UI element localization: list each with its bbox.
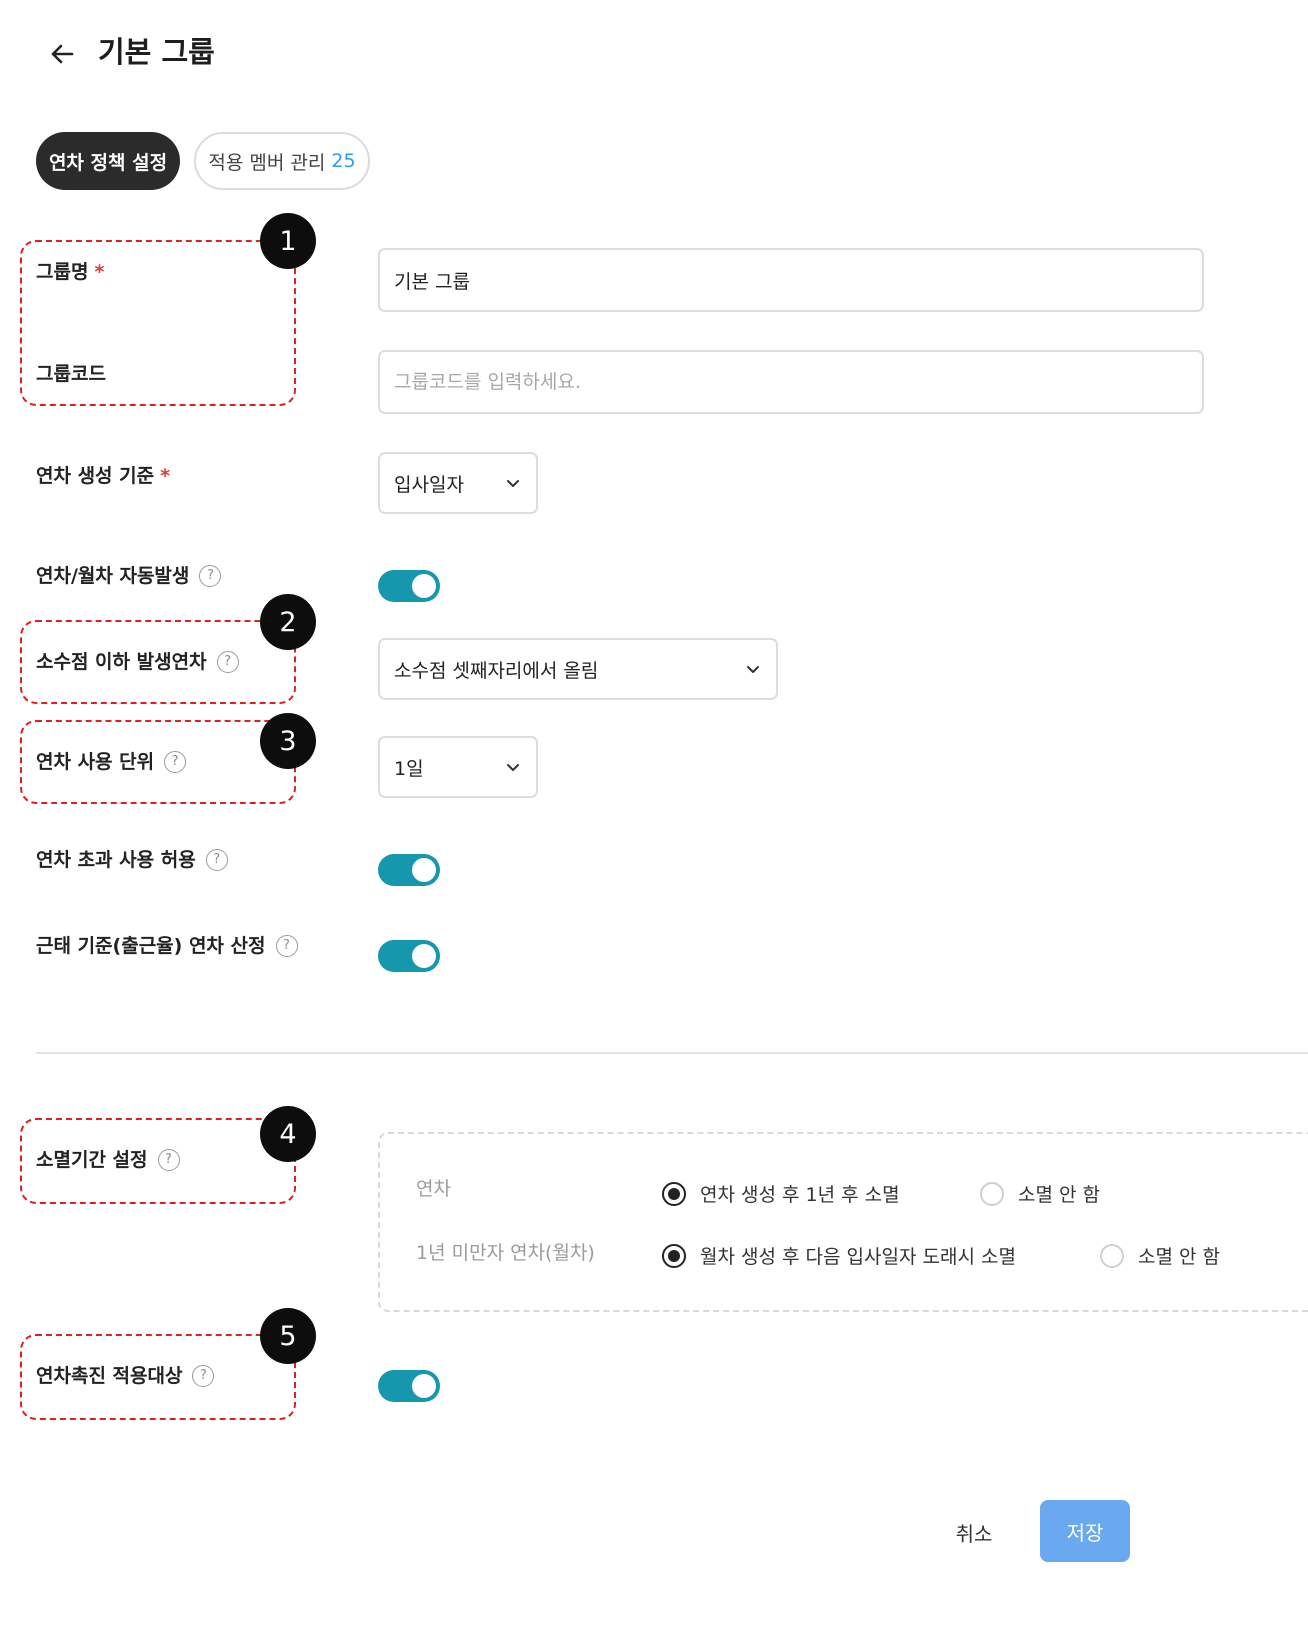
toggle-knob: [412, 944, 436, 968]
chevron-down-icon: [507, 764, 519, 771]
toggle-knob: [412, 574, 436, 598]
attendance-based-label: 근태 기준(출근율) 연차 산정 ?: [36, 932, 298, 960]
group-name-label-text: 그룹명: [36, 261, 89, 283]
cancel-button[interactable]: 취소: [936, 1504, 1012, 1560]
annual-expire-after-year-radio[interactable]: 연차 생성 후 1년 후 소멸: [662, 1180, 900, 1207]
usage-unit-value: 1일: [394, 757, 424, 780]
annotation-badge-3: 3: [260, 713, 316, 769]
page-title: 기본 그룹: [98, 35, 215, 69]
radio-empty-icon: [980, 1181, 1004, 1206]
usage-unit-label-text: 연차 사용 단위: [36, 751, 155, 773]
annotation-badge-2: 2: [260, 594, 316, 650]
radio-label: 연차 생성 후 1년 후 소멸: [700, 1184, 900, 1206]
required-mark: *: [160, 465, 171, 487]
help-icon[interactable]: ?: [199, 565, 222, 587]
tab-leave-policy[interactable]: 연차 정책 설정: [36, 132, 180, 190]
allow-excess-label: 연차 초과 사용 허용 ?: [36, 846, 228, 874]
auto-generate-label: 연차/월차 자동발생 ?: [36, 562, 222, 590]
attendance-based-label-text: 근태 기준(출근율) 연차 산정: [36, 935, 266, 957]
annotation-badge-4: 4: [260, 1106, 316, 1162]
attendance-based-toggle[interactable]: [378, 940, 440, 972]
radio-empty-icon: [1100, 1243, 1124, 1268]
tab-member-management[interactable]: 적용 멤버 관리 25: [194, 132, 370, 190]
annual-leave-row-label: 연차: [416, 1178, 451, 1200]
usage-unit-label: 연차 사용 단위 ?: [36, 748, 187, 776]
promotion-target-label: 연차촉진 적용대상 ?: [36, 1362, 215, 1390]
auto-generate-toggle[interactable]: [378, 570, 440, 602]
group-code-label-text: 그룹코드: [36, 363, 106, 385]
monthly-no-expire-radio[interactable]: 소멸 안 함: [1100, 1242, 1220, 1269]
expiry-settings-panel: 연차 연차 생성 후 1년 후 소멸 소멸 안 함 1년 미만자 연차(월차) …: [378, 1132, 1308, 1312]
annotation-badge-5: 5: [260, 1308, 316, 1364]
toggle-knob: [412, 858, 436, 882]
help-icon[interactable]: ?: [164, 751, 187, 773]
allow-excess-label-text: 연차 초과 사용 허용: [36, 849, 196, 871]
tab-label: 연차 정책 설정: [48, 151, 168, 174]
usage-unit-select[interactable]: 1일: [378, 736, 538, 798]
member-count-badge: 25: [331, 150, 356, 172]
decimal-leave-value: 소수점 셋째자리에서 올림: [394, 659, 599, 682]
promotion-target-toggle[interactable]: [378, 1370, 440, 1402]
expiry-label: 소멸기간 설정 ?: [36, 1146, 180, 1174]
group-code-label: 그룹코드: [36, 360, 106, 388]
radio-selected-icon: [662, 1243, 686, 1268]
tab-label: 적용 멤버 관리: [208, 151, 326, 174]
back-arrow-icon[interactable]: [44, 36, 80, 72]
radio-label: 소멸 안 함: [1018, 1184, 1100, 1206]
decimal-leave-label: 소수점 이하 발생연차 ?: [36, 648, 239, 676]
radio-label: 월차 생성 후 다음 입사일자 도래시 소멸: [700, 1246, 1016, 1268]
leave-basis-value: 입사일자: [394, 473, 464, 496]
expiry-label-text: 소멸기간 설정: [36, 1149, 148, 1171]
leave-basis-select[interactable]: 입사일자: [378, 452, 538, 514]
annotation-badge-1: 1: [260, 213, 316, 269]
decimal-leave-select[interactable]: 소수점 셋째자리에서 올림: [378, 638, 778, 700]
help-icon[interactable]: ?: [205, 849, 228, 871]
help-icon[interactable]: ?: [275, 935, 298, 957]
annual-no-expire-radio[interactable]: 소멸 안 함: [980, 1180, 1100, 1207]
section-divider: [36, 1052, 1308, 1054]
allow-excess-toggle[interactable]: [378, 854, 440, 886]
auto-generate-label-text: 연차/월차 자동발생: [36, 565, 190, 587]
chevron-down-icon: [507, 480, 519, 487]
leave-basis-label: 연차 생성 기준 *: [36, 462, 170, 490]
leave-basis-label-text: 연차 생성 기준: [36, 465, 155, 487]
promotion-target-label-text: 연차촉진 적용대상: [36, 1365, 183, 1387]
help-icon[interactable]: ?: [192, 1365, 215, 1387]
help-icon[interactable]: ?: [157, 1149, 180, 1171]
group-name-label: 그룹명 *: [36, 258, 104, 286]
decimal-leave-label-text: 소수점 이하 발생연차: [36, 651, 207, 673]
toggle-knob: [412, 1374, 436, 1398]
group-name-input[interactable]: [378, 248, 1204, 312]
help-icon[interactable]: ?: [216, 651, 239, 673]
required-mark: *: [94, 261, 105, 283]
monthly-expire-next-hire-date-radio[interactable]: 월차 생성 후 다음 입사일자 도래시 소멸: [662, 1242, 1016, 1269]
save-button[interactable]: 저장: [1040, 1500, 1130, 1562]
radio-label: 소멸 안 함: [1138, 1246, 1220, 1268]
chevron-down-icon: [747, 666, 759, 673]
group-code-input[interactable]: [378, 350, 1204, 414]
monthly-leave-row-label: 1년 미만자 연차(월차): [416, 1242, 595, 1264]
radio-selected-icon: [662, 1181, 686, 1206]
